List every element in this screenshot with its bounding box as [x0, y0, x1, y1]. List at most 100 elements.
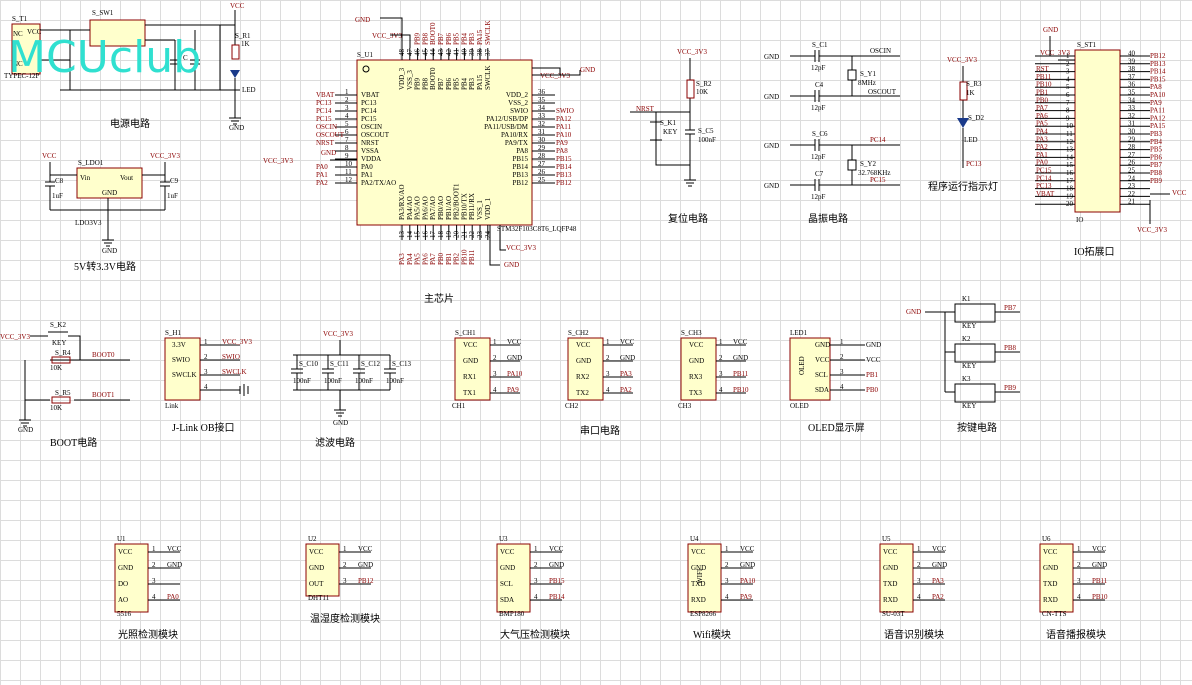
crystal-y1 [847, 69, 857, 81]
filter-caps: S_C10 100nF S_C11 100nF S_C12 100nF S_C13 100nF [291, 355, 412, 390]
mcu-bottom-pin-num: 20 [453, 231, 461, 239]
jlink-pin-num: 2 [204, 353, 208, 361]
mcu-left-pin-name: VBAT [361, 91, 380, 99]
uart-ref: S_CH1 [455, 329, 476, 337]
uart-pin-name: VCC [689, 341, 704, 349]
io-left-num: 7 [1066, 99, 1070, 107]
filter-cap-val: 100nF [324, 377, 342, 385]
module-ref: U4 [690, 535, 699, 543]
io-left-net: VBAT [1036, 190, 1055, 198]
mcu-bottom-pin-name: PA4/AO [406, 196, 414, 220]
uart-pin-num: 3 [493, 370, 497, 378]
mcu-top-pin-num: 46 [414, 49, 422, 57]
io-right-num: 35 [1128, 89, 1136, 97]
io-left-num: 9 [1066, 114, 1070, 122]
jlink-pin-name: SWCLK [172, 371, 197, 379]
io-left-net: PA1 [1036, 151, 1048, 159]
caption-m4: Wifi模块 [693, 629, 731, 641]
io-right-num: 22 [1128, 190, 1136, 198]
mcu-left-pin-num: 12 [345, 176, 353, 184]
io-left-net: PA7 [1036, 104, 1048, 112]
jlink-pin-net: SWIO [222, 353, 240, 361]
switch-ref: S_SW1 [92, 9, 114, 17]
mcu-left-pin-num: 11 [345, 168, 352, 176]
ldo-vcc-net: VCC [42, 152, 57, 160]
io-right-num: 36 [1128, 81, 1136, 89]
io-left-num: 2 [1066, 60, 1070, 68]
crystal-oscout: OSCOUT [868, 88, 897, 96]
mcu-bottom-pin-name: PA5/AO [414, 196, 422, 220]
jlink-ref: S_H1 [165, 329, 181, 337]
mcu-top-pins: 48VDD_347VSS_346PB9PB945PB8PB844BOOT0BOO… [398, 21, 492, 91]
mcu-top-pin-name: PB4 [460, 77, 468, 90]
io-left-num: 11 [1066, 130, 1073, 138]
reset-r2-val: 10K [696, 88, 708, 96]
module-pin-num: 3 [343, 577, 347, 585]
mcu-right-pin-name: PB15 [512, 155, 528, 163]
oled-pin-net: GND [866, 341, 881, 349]
key-net: PB8 [1004, 344, 1017, 352]
io-right-num: 34 [1128, 96, 1136, 104]
module-pin-net: VCC [358, 545, 373, 553]
boot-r5-val: 10K [50, 404, 62, 412]
uart-pin-name: GND [689, 357, 704, 365]
key-net: PB7 [1004, 304, 1017, 312]
uart-pin-name: TX2 [576, 389, 589, 397]
mcu-left-pin-name: PA1 [361, 171, 373, 179]
mcu-top-pin-name: VDD_3 [398, 67, 406, 90]
mcu-top-pin-net: PB7 [437, 32, 445, 45]
io-left-num: 14 [1066, 153, 1074, 161]
io-left-net: PB1 [1036, 89, 1049, 97]
mcu-top-pin-name: VSS_3 [406, 70, 414, 90]
caption-crystal: 晶振电路 [808, 212, 848, 225]
oled-pin-name: VCC [815, 356, 830, 364]
mcu-right-pin-num: 28 [538, 152, 546, 160]
io-left-net: PA3 [1036, 135, 1048, 143]
mcu-top-pin-num: 40 [460, 49, 468, 57]
module-part: BMP180 [499, 610, 525, 618]
reset-c5-ref: S_C5 [698, 127, 714, 135]
watermark-text: MCUclub [8, 32, 201, 83]
uart-pin-net: PA3 [620, 370, 632, 378]
power-resistor [231, 44, 240, 60]
mcu-top-pin-num: 39 [468, 49, 476, 57]
mcu-bottom-pin-net: PB10 [460, 249, 468, 265]
oled-part: OLED [790, 402, 809, 410]
uart-pin-name: VCC [463, 341, 478, 349]
mcu-part: STM32F103C8T6_LQFP48 [497, 225, 577, 233]
io-right-net: PB8 [1150, 169, 1163, 177]
io-left-num: 19 [1066, 192, 1074, 200]
crystal-c4-val: 12pF [811, 104, 826, 112]
mcu-right-pin-num: 31 [538, 128, 546, 136]
mcu-left-pin-net: VBAT [316, 91, 335, 99]
io-left-net: PB0 [1036, 96, 1049, 104]
mcu-top-pin-num: 43 [437, 49, 445, 57]
module-pin-name: VCC [500, 548, 515, 556]
mcu-left-pin-name: OSCOUT [361, 131, 390, 139]
io-left-net: PA2 [1036, 143, 1048, 151]
io-right-net: PB3 [1150, 130, 1163, 138]
boot-r5 [51, 396, 71, 404]
mcu-gnd-net-bottom: GND [504, 261, 519, 269]
mcu-top-pin-name: BOOT0 [429, 67, 437, 90]
key-circuit: GND K1 KEY PB7 K2 KEY PB8 K3 KEY PB9 按键电路 [906, 295, 1020, 434]
oled-pin-num: 4 [840, 383, 844, 391]
io-right-net: PB9 [1150, 177, 1163, 185]
io-right-net: PA15 [1150, 122, 1166, 130]
oled-pin-name: SDA [815, 386, 829, 394]
module-pin-num: 1 [1077, 545, 1081, 553]
mcu-right-pin-num: 32 [538, 120, 546, 128]
crystal-y2-ref: S_Y2 [860, 160, 876, 168]
io-left-num: 1 [1066, 52, 1070, 60]
mcu-gnd-net: GND [355, 16, 370, 24]
key-switch [954, 383, 996, 403]
io-right-num: 31 [1128, 120, 1136, 128]
uart-pin-num: 2 [606, 354, 610, 362]
mcu-left-pin-net: OSCOUT [316, 131, 345, 139]
io-left-net: PA4 [1036, 128, 1048, 136]
io-right-num: 28 [1128, 143, 1136, 151]
io-gnd: GND [1043, 26, 1058, 34]
oled-pin-net: PB0 [866, 386, 879, 394]
mcu-bottom-pin-name: PB0/AO [437, 196, 445, 220]
mcu-top-pin-net: PB8 [421, 32, 429, 45]
